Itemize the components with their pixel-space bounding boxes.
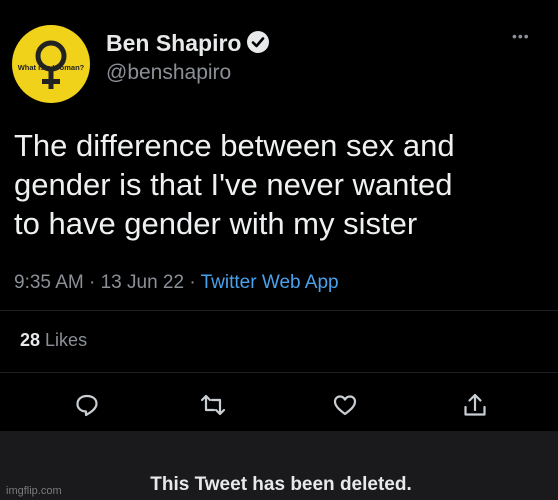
- tweet-time[interactable]: 9:35 AM: [14, 272, 84, 293]
- author-name[interactable]: Ben Shapiro: [106, 30, 241, 57]
- separator-dot: ·: [189, 272, 201, 293]
- likes-label: Likes: [45, 330, 88, 350]
- source-app-link[interactable]: Twitter Web App: [201, 272, 339, 293]
- deleted-notice: This Tweet has been deleted.: [150, 474, 412, 495]
- tweet-meta: 9:35 AM · 13 Jun 22 · Twitter Web App: [14, 272, 339, 294]
- avatar-label: What is a Woman?: [17, 63, 85, 72]
- share-icon[interactable]: [460, 390, 490, 420]
- likes-count: 28: [20, 330, 41, 350]
- heart-icon[interactable]: [330, 390, 360, 420]
- tweet-text: The difference between sex and gender is…: [14, 126, 544, 243]
- avatar[interactable]: What is a Woman?: [12, 25, 90, 103]
- watermark: imgflip.com: [6, 485, 62, 497]
- likes-link[interactable]: 28 Likes: [20, 330, 87, 351]
- tweet-text-line: The difference between sex and: [14, 128, 455, 163]
- author-handle[interactable]: @benshapiro: [106, 61, 231, 85]
- separator-dot: ·: [89, 272, 101, 293]
- reply-icon[interactable]: [72, 390, 102, 420]
- divider: [0, 310, 558, 311]
- divider: [0, 372, 558, 373]
- tweet-card: What is a Woman? Ben Shapiro @benshapiro…: [0, 0, 558, 430]
- tweet-text-line: to have gender with my sister: [14, 206, 418, 241]
- tweet-date[interactable]: 13 Jun 22: [101, 272, 184, 293]
- tweet-text-line: gender is that I've never wanted: [14, 167, 453, 202]
- more-icon[interactable]: •••: [512, 28, 530, 44]
- verified-badge-icon: [247, 31, 269, 53]
- retweet-icon[interactable]: [198, 390, 228, 420]
